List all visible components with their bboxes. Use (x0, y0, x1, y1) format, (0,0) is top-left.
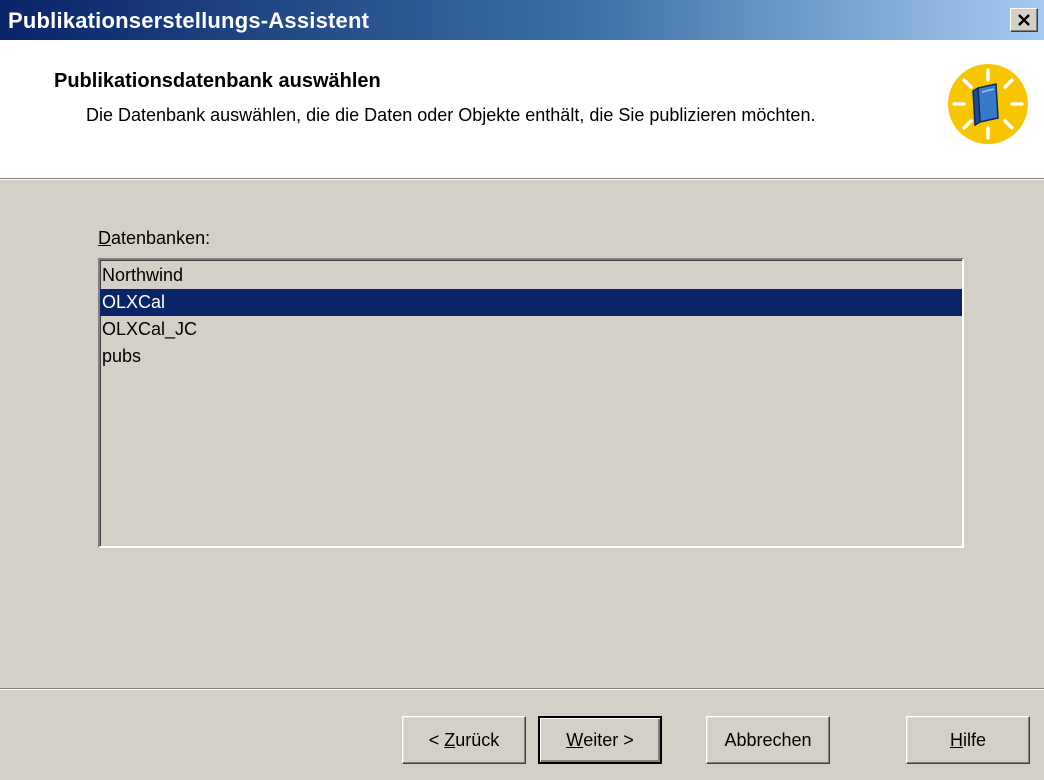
header-separator-highlight (0, 179, 1044, 180)
back-button-label: urück (455, 729, 500, 750)
footer-separator-highlight (0, 689, 1044, 690)
next-button[interactable]: Weiter > (538, 716, 662, 764)
help-button-label: ilfe (962, 729, 986, 750)
databases-listbox[interactable]: Northwind OLXCal OLXCal_JC pubs (98, 258, 964, 548)
list-item-olxcal[interactable]: OLXCal (100, 289, 962, 316)
databases-label: Datenbanken: (98, 228, 210, 249)
help-button-accelerator: H (949, 729, 963, 750)
list-item-olxcal-jc[interactable]: OLXCal_JC (100, 316, 962, 343)
page-description: Die Datenbank auswählen, die die Daten o… (86, 105, 816, 125)
publication-book-icon (942, 58, 1034, 150)
databases-label-accelerator: D (98, 228, 111, 248)
next-button-label: eiter > (583, 729, 634, 750)
cancel-button-label: Abbrechen (724, 729, 812, 750)
cancel-button[interactable]: Abbrechen (706, 716, 830, 764)
page-title: Publikationsdatenbank auswählen (54, 70, 381, 92)
back-button-prefix: < (428, 729, 445, 750)
close-button[interactable] (1010, 8, 1038, 32)
list-item-northwind[interactable]: Northwind (100, 262, 962, 289)
wizard-header: Publikationsdatenbank auswählen Die Date… (0, 40, 1044, 178)
list-item-pubs[interactable]: pubs (100, 343, 962, 370)
close-icon (1018, 14, 1030, 26)
wizard-window: Publikationserstellungs-Assistent Publik… (0, 0, 1044, 780)
next-button-accelerator: W (566, 729, 584, 750)
window-title: Publikationserstellungs-Assistent (8, 8, 370, 33)
title-bar[interactable]: Publikationserstellungs-Assistent (0, 0, 1044, 40)
back-button[interactable]: < Zurück (402, 716, 526, 764)
back-button-accelerator: Z (444, 729, 456, 750)
databases-label-text: atenbanken: (111, 228, 211, 248)
help-button[interactable]: Hilfe (906, 716, 1030, 764)
